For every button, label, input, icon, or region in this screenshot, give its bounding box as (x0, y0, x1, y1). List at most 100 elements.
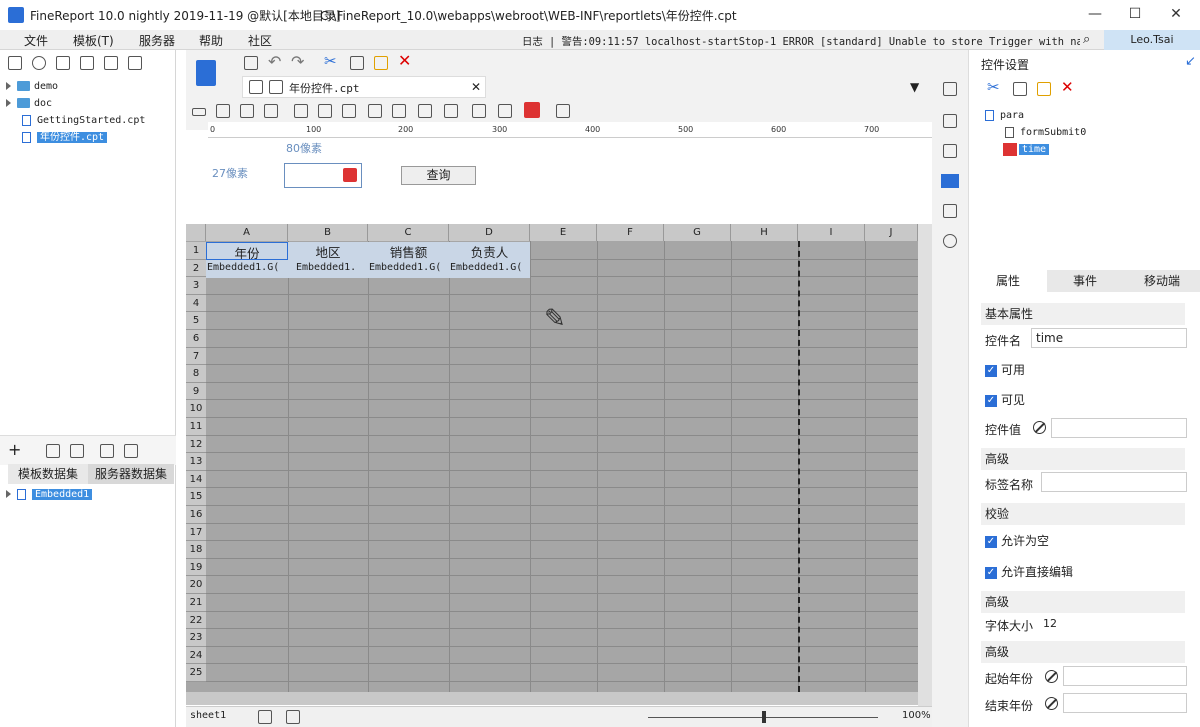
widget-tree-time[interactable]: time (1003, 141, 1050, 158)
delete-icon[interactable]: ✕ (1061, 78, 1074, 96)
new-file-icon[interactable] (8, 56, 22, 70)
section-validate[interactable]: 校验 (981, 503, 1185, 525)
row-header[interactable]: 18 (186, 541, 206, 559)
cell-c1[interactable]: 销售额 (368, 242, 449, 260)
row-header[interactable]: 21 (186, 594, 206, 612)
menu-community[interactable]: 社区 (248, 32, 272, 49)
column-header[interactable]: E (530, 224, 597, 241)
row-header[interactable]: 12 (186, 435, 206, 454)
column-header[interactable]: C (368, 224, 449, 241)
calendar-icon[interactable] (343, 168, 357, 182)
section-advanced-3[interactable]: 高级 (981, 641, 1185, 663)
save-icon[interactable] (244, 56, 258, 70)
row-header[interactable]: 7 (186, 347, 206, 366)
settings-icon[interactable] (80, 56, 94, 70)
collapse-icon[interactable]: ↙ (1185, 54, 1196, 69)
cell-b2[interactable]: Embedded1. (296, 262, 366, 273)
paste-icon[interactable] (374, 56, 388, 70)
log-message[interactable]: 日志 | 警告:09:11:57 localhost-startStop-1 E… (522, 33, 1080, 48)
column-header[interactable]: B (288, 224, 368, 241)
tab-mobile[interactable]: 移动端 (1123, 270, 1200, 292)
column-header[interactable]: J (865, 224, 918, 241)
column-header[interactable]: F (597, 224, 664, 241)
widget-tree-para[interactable]: para (985, 107, 1024, 124)
add-icon[interactable]: + (8, 440, 21, 459)
row-header[interactable]: 3 (186, 277, 206, 295)
label-widget-icon[interactable] (192, 108, 206, 116)
menu-server[interactable]: 服务器 (139, 32, 175, 49)
widget-value-input[interactable] (1051, 418, 1187, 438)
row-header[interactable]: 15 (186, 488, 206, 506)
close-icon[interactable]: ✕ (1166, 6, 1186, 24)
paste-icon[interactable] (1037, 82, 1051, 96)
tab-server-dataset[interactable]: 服务器数据集 (88, 464, 174, 484)
menu-help[interactable]: 帮助 (199, 32, 223, 49)
row-header[interactable]: 1 (186, 242, 206, 260)
minimize-icon[interactable]: — (1085, 6, 1105, 24)
row-header[interactable]: 13 (186, 453, 206, 471)
horizontal-scrollbar[interactable] (186, 692, 918, 705)
row-header[interactable]: 20 (186, 576, 206, 594)
column-header[interactable]: I (798, 224, 865, 241)
copy-icon[interactable] (104, 56, 118, 70)
lock-icon[interactable] (128, 56, 142, 70)
row-header[interactable]: 14 (186, 470, 206, 489)
copy-icon[interactable] (350, 56, 364, 70)
row-header[interactable]: 16 (186, 506, 206, 524)
dropdown-menu-icon[interactable]: ▼ (910, 80, 919, 94)
tab-close-icon[interactable]: ✕ (471, 80, 481, 94)
row-header[interactable]: 24 (186, 646, 206, 665)
text-widget-icon[interactable] (216, 104, 230, 118)
undo-icon[interactable]: ↶ (268, 52, 281, 71)
dataset-item[interactable]: Embedded1 (6, 486, 93, 503)
no-value-icon[interactable] (1045, 669, 1058, 683)
delete-icon[interactable] (70, 444, 84, 458)
cell-d2[interactable]: Embedded1.G( (450, 262, 530, 273)
more-widgets-icon[interactable] (556, 104, 570, 118)
combo-widget-icon[interactable] (264, 104, 278, 118)
spreadsheet[interactable]: A B C D E F G H I J 1 2 3 4 5 6 7 8 9 10 11 12 13 14 1… (186, 224, 918, 705)
server-dataset-icon[interactable] (124, 444, 138, 458)
row-header[interactable]: 25 (186, 664, 206, 682)
year-widget-icon[interactable] (524, 102, 540, 118)
tree-item-year-widget[interactable]: 年份控件.cpt (6, 129, 174, 146)
checkbox-group-icon[interactable] (392, 104, 406, 118)
maximize-icon[interactable]: ☐ (1125, 6, 1145, 24)
cell-attr-icon[interactable] (943, 82, 957, 96)
start-year-input[interactable] (1063, 666, 1187, 686)
user-button[interactable]: Leo.Tsai (1104, 30, 1200, 50)
radio-group-icon[interactable] (368, 104, 382, 118)
row-header[interactable]: 11 (186, 418, 206, 436)
tree-item-doc[interactable]: doc (6, 95, 174, 112)
widget-name-input[interactable]: time (1031, 328, 1187, 348)
row-header[interactable]: 8 (186, 365, 206, 383)
visible-checkbox[interactable]: ✓ 可见 (985, 391, 1025, 408)
row-header[interactable]: 23 (186, 629, 206, 647)
cell-d1[interactable]: 负责人 (449, 242, 530, 260)
tree-item-demo[interactable]: demo (6, 78, 174, 95)
refresh-icon[interactable] (32, 56, 46, 70)
column-header[interactable]: G (664, 224, 731, 241)
end-year-input[interactable] (1063, 693, 1187, 713)
add-poly-sheet-icon[interactable] (286, 710, 300, 724)
tab-template-dataset[interactable]: 模板数据集 (8, 464, 88, 484)
button-widget-icon[interactable] (240, 104, 254, 118)
cell-a2[interactable]: Embedded1.G( (207, 262, 287, 273)
template-icon[interactable] (196, 60, 216, 86)
row-header[interactable]: 17 (186, 523, 206, 542)
widget-tree-formsubmit[interactable]: formSubmit0 (1005, 124, 1086, 141)
no-value-icon[interactable] (1033, 420, 1046, 434)
textfield-icon[interactable] (418, 104, 432, 118)
column-header[interactable]: A (206, 224, 288, 241)
menu-file[interactable]: 文件 (24, 32, 48, 49)
tab-year-widget[interactable]: 年份控件.cpt ✕ (242, 76, 486, 98)
edit-icon[interactable] (46, 444, 60, 458)
zoom-handle[interactable] (762, 711, 766, 723)
row-header[interactable]: 22 (186, 611, 206, 630)
row-header[interactable]: 4 (186, 294, 206, 313)
no-value-icon[interactable] (1045, 696, 1058, 710)
search-icon[interactable]: ⌕ (1083, 32, 1090, 47)
allow-empty-checkbox[interactable]: ✓ 允许为空 (985, 532, 1049, 549)
open-icon[interactable] (56, 56, 70, 70)
section-basic[interactable]: 基本属性 (981, 303, 1185, 325)
